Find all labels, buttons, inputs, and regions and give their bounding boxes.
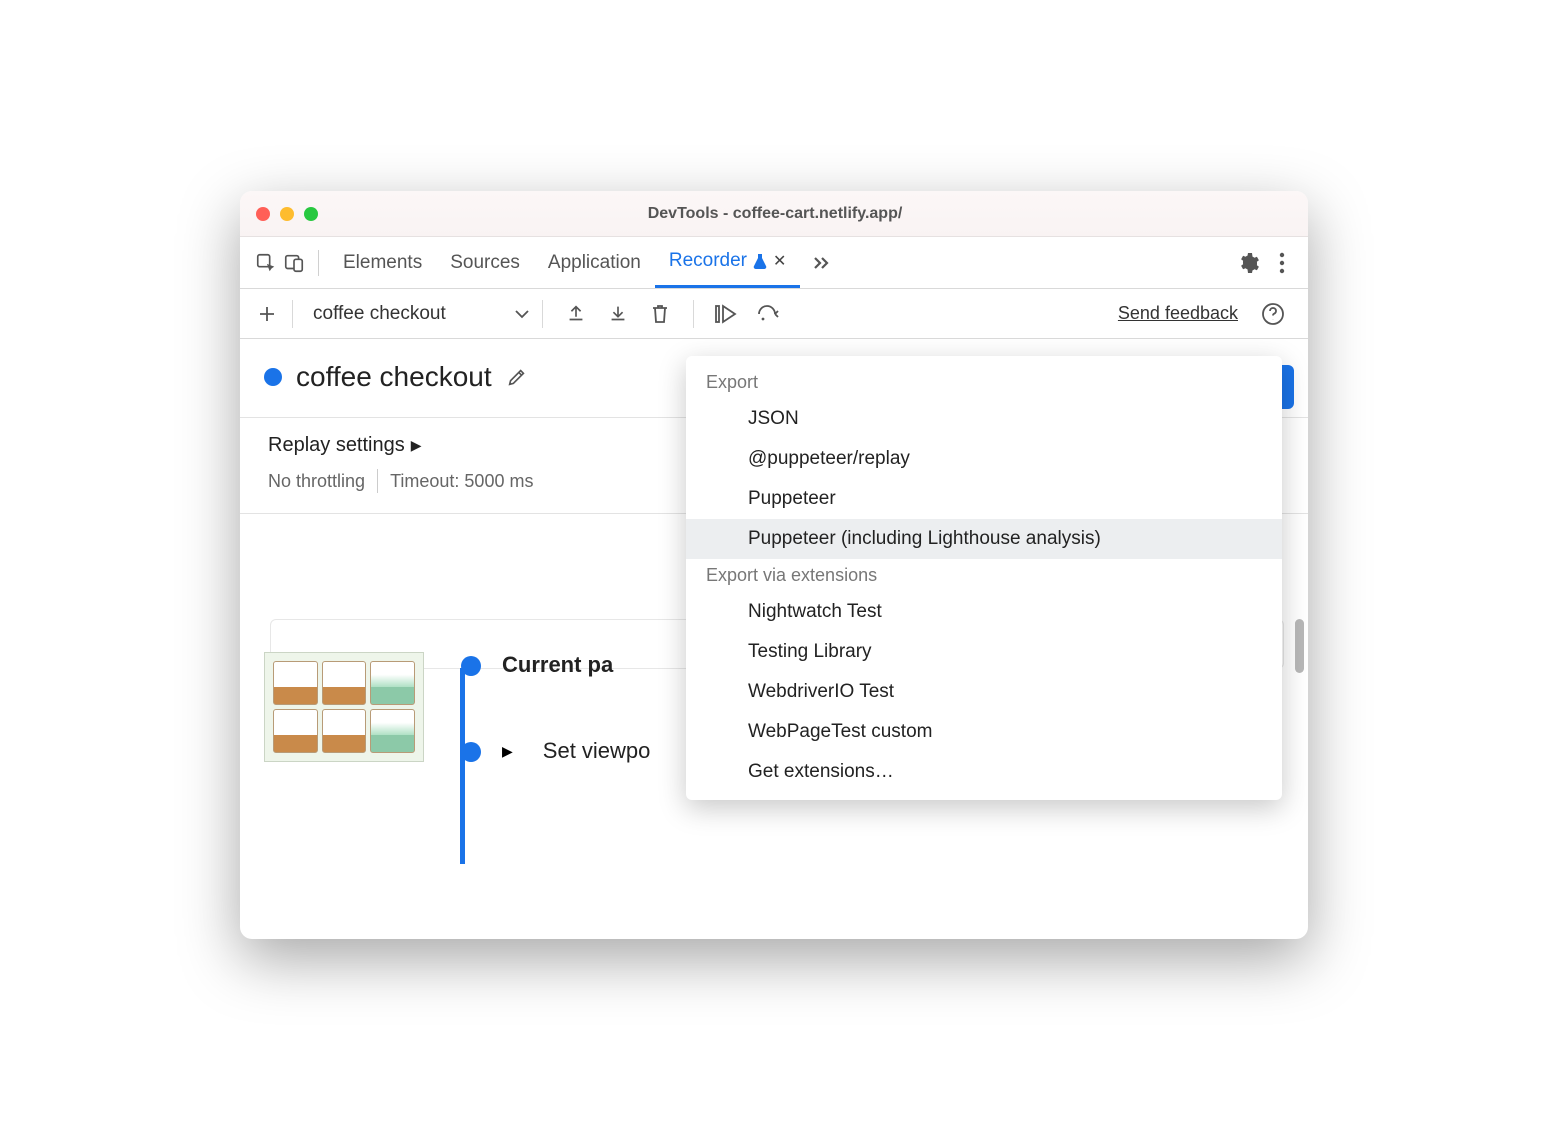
export-webdriverio[interactable]: WebdriverIO Test — [686, 672, 1282, 712]
chevron-down-icon[interactable] — [514, 309, 530, 319]
separator — [318, 250, 319, 276]
export-puppeteer-lighthouse[interactable]: Puppeteer (including Lighthouse analysis… — [686, 519, 1282, 559]
step-set-viewport[interactable]: ▶ Set viewpo — [462, 738, 650, 764]
export-nightwatch[interactable]: Nightwatch Test — [686, 592, 1282, 632]
tab-elements[interactable]: Elements — [329, 237, 436, 288]
tab-label: Application — [548, 252, 641, 274]
step-current-page[interactable]: Current pa — [462, 652, 650, 678]
separator — [542, 300, 543, 328]
export-get-extensions[interactable]: Get extensions… — [686, 752, 1282, 792]
recording-selector-label: coffee checkout — [313, 303, 446, 324]
more-tabs-icon[interactable] — [808, 249, 836, 277]
caret-right-icon: ▶ — [411, 437, 422, 454]
recording-selector[interactable]: coffee checkout — [305, 303, 454, 325]
send-feedback-link[interactable]: Send feedback — [1118, 303, 1238, 324]
titlebar: DevTools - coffee-cart.netlify.app/ — [240, 191, 1308, 237]
replay-settings-label: Replay settings — [268, 434, 405, 457]
recorder-toolbar: coffee checkout Send feedback — [240, 289, 1308, 339]
kebab-menu-icon[interactable] — [1268, 249, 1296, 277]
window-title: DevTools - coffee-cart.netlify.app/ — [258, 205, 1292, 223]
export-menu: Export JSON @puppeteer/replay Puppeteer … — [686, 356, 1282, 800]
inspect-icon[interactable] — [252, 249, 280, 277]
export-json[interactable]: JSON — [686, 399, 1282, 439]
replay-icon[interactable] — [754, 299, 784, 329]
menu-section-extensions: Export via extensions — [686, 559, 1282, 592]
tab-label: Recorder — [669, 250, 747, 272]
settings-gear-icon[interactable] — [1234, 249, 1262, 277]
tab-recorder[interactable]: Recorder ✕ — [655, 237, 801, 288]
timeline: Current pa ▶ Set viewpo — [452, 652, 650, 824]
step-over-icon[interactable] — [712, 299, 742, 329]
close-tab-icon[interactable]: ✕ — [773, 251, 786, 271]
new-recording-button[interactable] — [254, 301, 280, 327]
separator — [693, 300, 694, 328]
menu-section-export: Export — [686, 366, 1282, 399]
separator — [292, 300, 293, 328]
timeout-value: Timeout: 5000 ms — [390, 471, 533, 492]
devtools-tabbar: Elements Sources Application Recorder ✕ — [240, 237, 1308, 289]
help-icon[interactable] — [1258, 299, 1288, 329]
step-label: Set viewpo — [543, 738, 651, 764]
recording-title: coffee checkout — [296, 361, 492, 393]
separator — [377, 469, 378, 493]
export-testing-library[interactable]: Testing Library — [686, 632, 1282, 672]
tab-application[interactable]: Application — [534, 237, 655, 288]
throttling-value: No throttling — [268, 471, 365, 492]
recording-dot-icon — [264, 368, 282, 386]
page-thumbnail — [264, 652, 424, 762]
flask-icon — [753, 253, 767, 269]
export-puppeteer-replay[interactable]: @puppeteer/replay — [686, 439, 1282, 479]
tab-label: Sources — [450, 252, 520, 274]
recorder-content: coffee checkout Replay settings ▶ No thr… — [240, 339, 1308, 939]
delete-icon[interactable] — [645, 299, 675, 329]
devtools-window: DevTools - coffee-cart.netlify.app/ Elem… — [240, 191, 1308, 939]
step-label: Current pa — [502, 652, 613, 678]
export-icon[interactable] — [561, 299, 591, 329]
export-puppeteer[interactable]: Puppeteer — [686, 479, 1282, 519]
edit-pencil-icon[interactable] — [506, 366, 528, 388]
device-toggle-icon[interactable] — [280, 249, 308, 277]
import-icon[interactable] — [603, 299, 633, 329]
caret-right-icon: ▶ — [502, 743, 513, 760]
tab-sources[interactable]: Sources — [436, 237, 534, 288]
tab-label: Elements — [343, 252, 422, 274]
export-webpagetest[interactable]: WebPageTest custom — [686, 712, 1282, 752]
